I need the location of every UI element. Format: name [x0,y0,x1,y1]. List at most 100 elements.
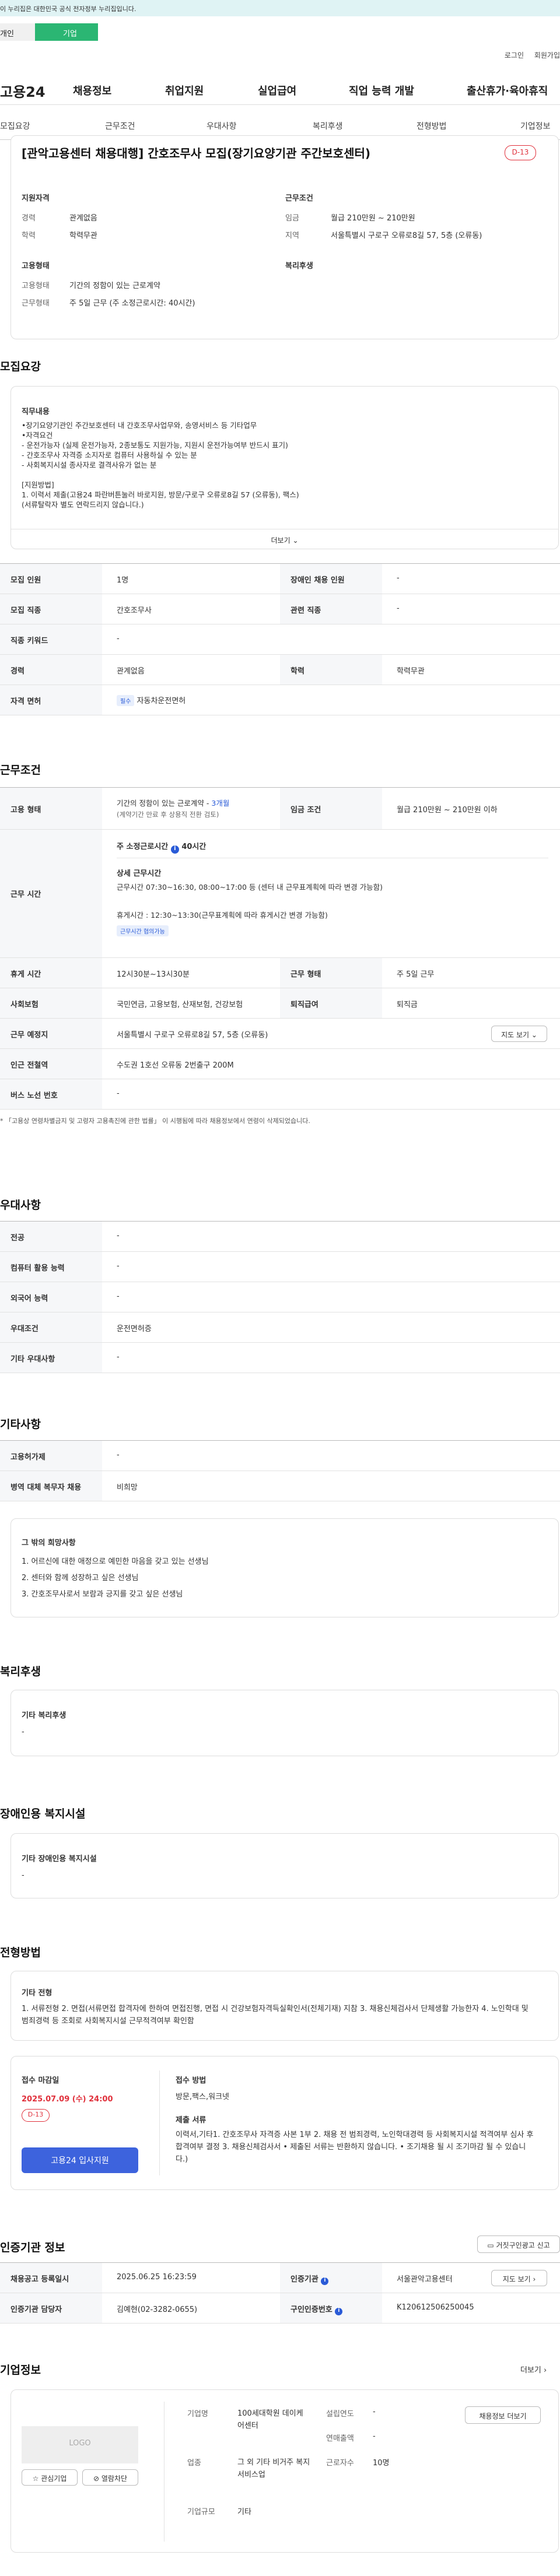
section-title-disability: 장애인용 복지시설 [0,1808,86,1820]
pref-condition-header: 우대조건 [0,1312,102,1342]
weekly-hours: 주 소정근로시간 i 40시간 [117,840,206,854]
wage-value: 월급 210만원 ~ 210만원 이하 [397,806,498,815]
table-row: 모집 인원 1명 장애인 채용 인원 - [0,564,560,594]
report-fake-ad-button[interactable]: ▭ 거짓구인광고 신고 [477,2235,560,2253]
section-title-agency: 인증기관 정보 [0,2241,65,2254]
recruit-count-header: 모집 인원 [0,564,102,594]
section-title-selection: 전형방법 [0,1946,41,1959]
agency-name-value: 서울관악고용센터 [397,2275,453,2284]
join-link[interactable]: 회원가입 [534,51,560,59]
util-links: 로그인 회원가입 [496,50,560,60]
map-view-button[interactable]: 지도 보기 ⌄ [491,1026,547,1042]
weekly-hours-value: 40시간 [181,843,206,851]
login-link[interactable]: 로그인 [505,51,524,59]
info-icon[interactable]: i [321,2277,329,2285]
disabled-count-value: - [397,574,400,582]
break-detail-text: 휴게시간 : 12:30~13:30(근무표계획에 따라 휴게시간 변경 가능함… [117,911,328,920]
company-card: LOGO ☆ 관심기업 ⊘ 열람차단 기업명 100세대학원 데이케어센터 업종… [10,2389,559,2553]
work-table: 고용 형태 기간의 정함이 있는 근로계약 - 3개월 (계약기간 만료 후 상… [0,787,560,1110]
nav-item-unemployment[interactable]: 실업급여 [258,83,296,98]
major-header: 전공 [0,1222,102,1251]
method-title: 접수 방법 [176,2076,206,2085]
block-view-button[interactable]: ⊘ 열람차단 [82,2469,138,2486]
etc-table: 고용허가제 - 병역 대체 복무자 채용 비희망 [0,1440,560,1501]
emp-title: 고용형태 [22,262,50,271]
chevron-right-icon: › [544,2366,547,2375]
age-note: * 「고용상 연령차별금지 및 고령자 고용촉진에 관한 법률」 이 시행됨에 … [0,1117,310,1125]
license-text: 자동차운전면허 [136,697,186,706]
industry-label: 업종 [187,2459,201,2468]
duty-card: 직무내용 •장기요양기관인 주간보호센터 내 간호조무사업무와, 송영서비스 등… [10,386,559,549]
table-row: 버스 노선 번호 - [0,1079,560,1110]
emp-form-value: 주 5일 근무 (주 소정근로시간: 40시간) [69,299,195,308]
section-title-work: 근무조건 [0,764,41,777]
computer-value: - [117,1262,120,1271]
anchor-work[interactable]: 근무조건 [105,120,135,132]
table-row: 우대조건 운전면허증 [0,1312,560,1343]
bus-value: - [117,1089,120,1098]
wage-header: 임금 조건 [280,788,382,829]
agency-map-button[interactable]: 지도 보기 › [491,2270,547,2286]
table-row: 외국어 능력 - [0,1282,560,1312]
dday-badge: D-13 [505,145,536,160]
emp-form-label: 근무형태 [22,299,50,308]
info-icon[interactable]: i [170,845,179,854]
anchor-pref[interactable]: 우대사항 [206,120,237,132]
table-row: 기타 우대사항 - [0,1343,560,1373]
weekly-hours-label: 주 소정근로시간 [117,843,171,851]
tab-company[interactable]: 기업 [35,23,98,41]
company-logo: LOGO [22,2426,138,2463]
top-tabs: 개인 기업 [0,16,560,47]
nav-item-jobs[interactable]: 채용정보 [73,83,111,98]
section-title-company: 기업정보 [0,2364,41,2377]
table-row: 휴게 시간 12시30분~13시30분 근무 형태 주 5일 근무 [0,958,560,988]
company-jobs-button[interactable]: 채용정보 더보기 [465,2406,541,2424]
cert-number-header: 구인인증번호 i [280,2293,382,2323]
education-header: 학력 [280,655,382,685]
qual-career-label: 경력 [22,214,36,223]
career-header: 경력 [0,655,102,685]
section-title-welfare: 복리후생 [0,1665,41,1678]
site-logo[interactable]: 고용24 [0,80,46,101]
disability-title: 기타 장애인용 복지시설 [22,1855,97,1863]
military-value: 비희망 [117,1483,138,1492]
qual-edu-value: 학력무관 [69,231,97,240]
disabled-count-header: 장애인 채용 인원 [280,564,382,594]
license-value: 필수 자동차운전면허 [117,694,186,706]
education-value: 학력무관 [397,667,425,676]
job-type-value: 간호조무사 [117,606,152,615]
job-type-header: 모집 직종 [0,594,102,624]
tab-personal[interactable]: 개인 [0,23,35,41]
table-row: 병역 대체 복무자 채용 비희망 [0,1471,560,1501]
wish-item: 3. 간호조무사로서 보람과 긍지를 갖고 싶은 선생님 [22,1590,183,1599]
reg-date-header: 채용공고 등록일시 [0,2263,102,2293]
cert-number-value: K120612506250045 [397,2303,474,2312]
job-keyword-value: - [117,634,120,643]
anchor-selection[interactable]: 전형방법 [416,120,447,132]
wish-item: 2. 센터와 함께 성장하고 싶은 선생님 [22,1574,139,1582]
employees-value: 10명 [373,2459,390,2468]
disability-value: - [22,1871,24,1880]
anchor-welfare[interactable]: 복리후생 [313,120,343,132]
company-more-link[interactable]: 더보기 › [520,2364,547,2375]
favorite-company-button[interactable]: ☆ 관심기업 [22,2469,78,2486]
wish-card: 그 밖의 희망사항 1. 어르신에 대한 애정으로 예민한 마음을 갖고 있는 … [10,1518,559,1617]
emp-form-line2: (계약기간 만료 후 상용직 전환 검토) [117,810,219,819]
revenue-value: - [373,2432,376,2441]
disability-card: 기타 장애인용 복지시설 - [10,1833,559,1898]
major-value: - [117,1231,120,1240]
anchor-recruit[interactable]: 모집요강 [0,120,30,132]
eps-header: 고용허가제 [0,1441,102,1471]
nav-item-employment-support[interactable]: 취업지원 [165,83,204,98]
map-view-label: 지도 보기 [501,1031,530,1039]
workplace-value: 서울특별시 구로구 오류로8길 57, 5층 (오류동) [117,1031,268,1040]
duty-more-button[interactable]: 더보기 ⌄ [11,529,558,549]
nav-item-training[interactable]: 직업 능력 개발 [349,83,414,98]
work-form-value: 주 5일 근무 [397,970,435,979]
info-icon[interactable]: i [335,2308,343,2315]
emp-type-value: 기간의 정함이 있는 근로계약 [69,282,160,290]
founded-label: 설립연도 [326,2410,354,2419]
apply-button[interactable]: 고용24 입사지원 [22,2147,138,2173]
anchor-company[interactable]: 기업정보 [520,120,551,132]
nav-item-parental-leave[interactable]: 출산휴가·육아휴직 [467,83,548,98]
